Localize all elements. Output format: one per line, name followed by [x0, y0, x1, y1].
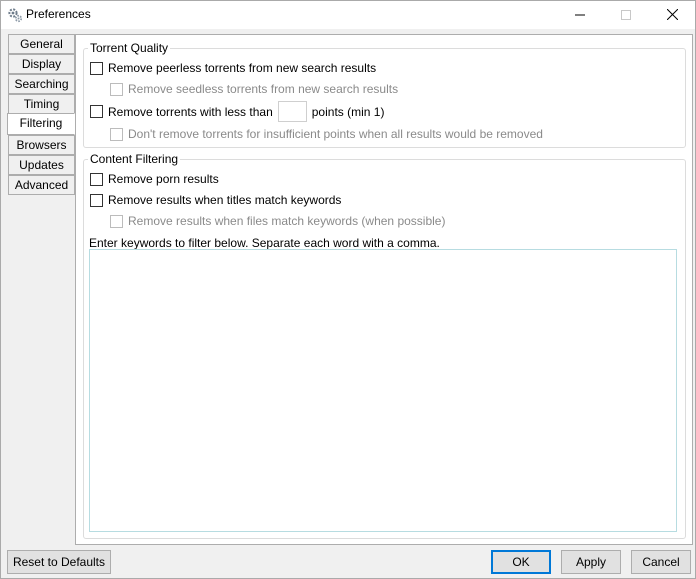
remove-titles-label: Remove results when titles match keyword… [108, 193, 342, 207]
remove-peerless-row[interactable]: Remove peerless torrents from new search… [90, 61, 376, 75]
tab-label: Browsers [16, 138, 67, 152]
remove-seedless-checkbox[interactable] [110, 82, 123, 96]
keywords-hint: Enter keywords to filter below. Separate… [89, 236, 440, 250]
tab-general[interactable]: General [8, 34, 75, 54]
tab-label: Display [21, 57, 62, 71]
tab-label: Updates [19, 158, 64, 172]
dont-remove-checkbox[interactable] [110, 127, 123, 141]
remove-porn-label: Remove porn results [108, 172, 219, 186]
remove-peerless-checkbox[interactable] [90, 61, 103, 75]
remove-less-than-checkbox[interactable] [90, 105, 103, 118]
reset-defaults-button[interactable]: Reset to Defaults [7, 550, 111, 574]
tab-browsers[interactable]: Browsers [8, 135, 75, 155]
remove-peerless-label: Remove peerless torrents from new search… [108, 61, 377, 75]
torrent-quality-title: Torrent Quality [88, 41, 171, 55]
preferences-window: Preferences General Display Searching Ti… [0, 0, 696, 579]
remove-titles-row[interactable]: Remove results when titles match keyword… [90, 193, 341, 207]
tab-label: Timing [23, 97, 60, 111]
minimize-icon [575, 7, 585, 23]
tab-updates[interactable]: Updates [8, 155, 75, 175]
close-icon [666, 7, 678, 23]
remove-porn-checkbox[interactable] [90, 172, 103, 186]
remove-seedless-label: Remove seedless torrents from new search… [128, 82, 399, 96]
tab-filtering[interactable]: Filtering [7, 113, 75, 135]
content-filtering-title: Content Filtering [88, 152, 181, 166]
remove-files-label: Remove results when files match keywords… [128, 214, 446, 228]
apply-button[interactable]: Apply [561, 550, 621, 574]
maximize-button[interactable] [603, 1, 649, 29]
tab-label: Advanced [14, 178, 69, 192]
maximize-icon [621, 7, 631, 23]
title-bar: Preferences [1, 1, 695, 29]
tab-label: Searching [14, 77, 69, 91]
torrent-quality-group: Torrent Quality Remove peerless torrents… [83, 41, 686, 148]
points-min-label: points (min 1) [311, 104, 385, 119]
ok-button[interactable]: OK [491, 550, 551, 574]
remove-files-row[interactable]: Remove results when files match keywords… [110, 214, 445, 228]
dont-remove-row[interactable]: Don't remove torrents for insufficient p… [110, 127, 543, 141]
tab-advanced[interactable]: Advanced [8, 175, 75, 195]
close-button[interactable] [649, 1, 695, 29]
window-title: Preferences [26, 7, 91, 21]
remove-titles-checkbox[interactable] [90, 193, 103, 207]
keywords-textarea[interactable] [89, 249, 677, 532]
remove-files-checkbox[interactable] [110, 214, 123, 228]
tab-label: Filtering [19, 116, 63, 130]
remove-seedless-row[interactable]: Remove seedless torrents from new search… [110, 82, 398, 96]
remove-less-than-row[interactable]: Remove torrents with less than points (m… [90, 101, 384, 122]
gears-icon [7, 7, 23, 23]
remove-less-than-label: Remove torrents with less than [108, 104, 273, 119]
minimize-button[interactable] [557, 1, 603, 29]
tab-display[interactable]: Display [8, 54, 75, 74]
tab-searching[interactable]: Searching [8, 74, 75, 94]
cancel-button[interactable]: Cancel [631, 550, 691, 574]
filtering-panel: Torrent Quality Remove peerless torrents… [75, 34, 693, 545]
tab-timing[interactable]: Timing [8, 94, 75, 114]
points-input[interactable] [277, 101, 307, 122]
dont-remove-label: Don't remove torrents for insufficient p… [128, 127, 543, 141]
tab-label: General [20, 37, 63, 51]
remove-porn-row[interactable]: Remove porn results [90, 172, 219, 186]
